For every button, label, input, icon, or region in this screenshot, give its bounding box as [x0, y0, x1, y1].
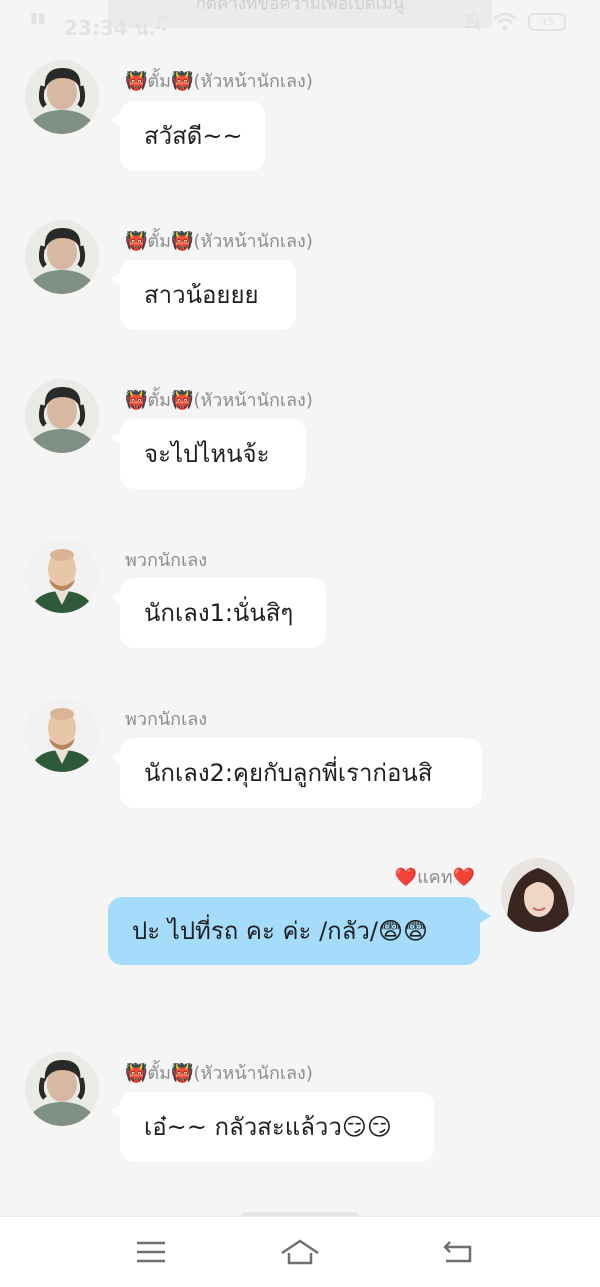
menu-icon: [137, 1241, 165, 1263]
status-icons: 45: [464, 12, 566, 32]
navigation-bar: [0, 1216, 600, 1287]
avatar-thug-icon: [25, 539, 99, 613]
back-icon: [443, 1241, 472, 1263]
avatar[interactable]: [501, 858, 575, 932]
home-button[interactable]: [280, 1237, 320, 1267]
avatar[interactable]: [25, 539, 99, 613]
battery-icon: 45: [528, 13, 566, 31]
avatar-boss-icon: [25, 1052, 99, 1126]
avatar-thug-icon: [25, 698, 99, 772]
message-bubble[interactable]: นักเลง2:คุยกับลูกพี่เราก่อนสิ: [111, 738, 482, 808]
avatar[interactable]: [25, 220, 99, 294]
signal-icon: ▮▮: [30, 10, 46, 26]
chat-screen: กดค้างที่ข้อความเพื่อเปิดเมนู ▮▮ 23:34 น…: [0, 0, 600, 1287]
status-time: 23:34 น.: [64, 16, 156, 40]
sender-name: 👹ตั้ม👹(หัวหน้านักเลง): [125, 390, 313, 411]
message-bubble[interactable]: สาวน้อยยย: [111, 260, 296, 330]
avatar[interactable]: [25, 1052, 99, 1126]
avatar[interactable]: [25, 698, 99, 772]
mute-icon: [464, 12, 482, 31]
sender-name: พวกนักเลง: [125, 550, 208, 571]
sender-name: 👹ตั้ม👹(หัวหน้านักเลง): [125, 71, 313, 92]
message-bubble[interactable]: เอ๋~~ กลัวสะแล้วว😏😏: [111, 1092, 434, 1162]
message-bubble[interactable]: สวัสดี~~: [111, 101, 265, 171]
sender-name: พวกนักเลง: [125, 709, 208, 730]
back-button[interactable]: [438, 1237, 478, 1267]
avatar-boss-icon: [25, 60, 99, 134]
home-icon: [281, 1239, 319, 1265]
avatar[interactable]: [25, 379, 99, 453]
menu-button[interactable]: [131, 1237, 171, 1267]
wifi-icon: [493, 12, 517, 31]
message-bubble[interactable]: นักเลง1:นั่นสิๆ: [111, 578, 326, 648]
avatar[interactable]: [25, 60, 99, 134]
battery-level: 45: [540, 15, 554, 28]
avatar-user-icon: [501, 858, 575, 932]
sender-name: ❤️แคท❤️: [394, 867, 475, 888]
status-bar: ▮▮ 23:34 น. ♫ 45: [0, 0, 600, 48]
music-note-icon: ♫: [152, 10, 170, 34]
message-bubble[interactable]: ปะ ไปที่รถ คะ ค่ะ /กลัว/😨😨: [108, 897, 491, 965]
message-bubble[interactable]: จะไปไหนจ้ะ: [111, 419, 306, 489]
avatar-boss-icon: [25, 220, 99, 294]
sender-name: 👹ตั้ม👹(หัวหน้านักเลง): [125, 1063, 313, 1084]
avatar-boss-icon: [25, 379, 99, 453]
sender-name: 👹ตั้ม👹(หัวหน้านักเลง): [125, 231, 313, 252]
